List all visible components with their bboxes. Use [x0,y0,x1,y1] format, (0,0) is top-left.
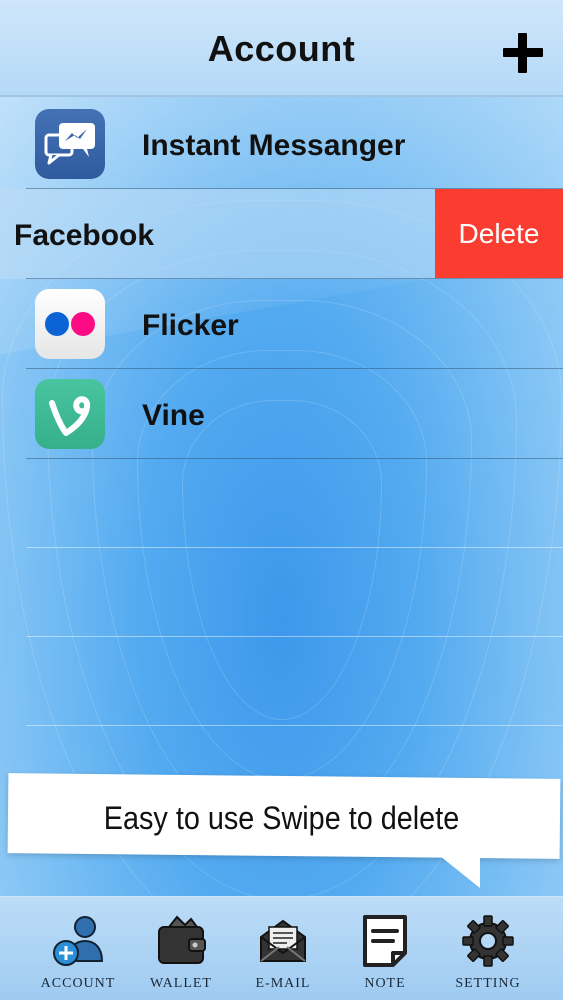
account-list: Instant Messanger Facebook Delete Flicke… [0,99,563,726]
tab-label: WALLET [150,976,212,991]
note-icon [363,915,407,967]
empty-row [26,637,563,726]
wallet-icon [158,915,206,964]
email-icon [260,919,306,962]
tab-setting[interactable]: SETTING [432,897,544,1000]
tab-account[interactable]: ACCOUNT [22,897,134,1000]
account-label: Instant Messanger [142,129,406,162]
list-item-flicker[interactable]: Flicker [0,279,563,369]
tab-label: SETTING [455,976,521,991]
list-item-facebook[interactable]: Facebook Delete [0,189,563,279]
messenger-icon [35,109,105,179]
gear-icon [462,915,514,967]
flickr-icon [35,289,105,359]
tab-wallet[interactable]: WALLET [125,897,237,1000]
page-title: Account [207,28,356,69]
empty-row [26,548,563,637]
delete-button[interactable]: Delete [435,189,563,278]
account-label: Flicker [142,309,239,342]
empty-row [26,459,563,548]
tab-email[interactable]: E-MAIL [227,897,339,1000]
vine-icon [35,379,105,449]
tab-label: NOTE [364,976,406,991]
list-item-instant-messanger[interactable]: Instant Messanger [0,99,563,189]
navigation-bar: Account [0,0,563,97]
tab-note[interactable]: NOTE [329,897,441,1000]
tip-banner-text: Easy to use Swipe to delete [103,800,460,836]
account-label: Facebook [14,219,155,252]
tab-label: E-MAIL [255,976,311,991]
add-account-button[interactable] [503,33,543,73]
tab-bar: ACCOUNT WALLET E-MAIL NOTE SETTING [0,896,563,1000]
list-item-vine[interactable]: Vine [0,369,563,459]
account-icon [53,916,104,966]
account-label: Vine [142,399,205,432]
tab-label: ACCOUNT [40,976,116,991]
tip-banner-tail [420,840,480,888]
row-divider [26,458,563,459]
